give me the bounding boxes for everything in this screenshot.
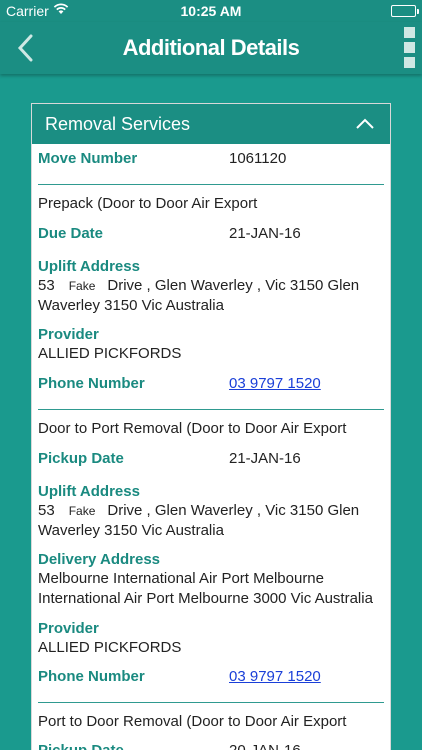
service-heading: Door to Port Removal (Door to Door Air E… (38, 420, 347, 437)
pickup-date-label: Pickup Date (38, 742, 124, 750)
uplift-address-label: Uplift Address (38, 483, 140, 500)
service-heading: Port to Door Removal (Door to Door Air E… (38, 713, 347, 730)
status-bar: Carrier 10:25 AM (0, 0, 422, 22)
uplift-address-label: Uplift Address (38, 258, 140, 275)
phone-row: Phone Number 03 9797 1520 (38, 668, 388, 686)
due-date-label: Due Date (38, 225, 104, 242)
pickup-date-value: 21-JAN-16 (229, 450, 301, 467)
service-heading: Prepack (Door to Door Air Export (38, 195, 258, 212)
delivery-line2: International Air Port Melbourne 3000 Vi… (38, 590, 373, 607)
uplift-address-value: 53 Fake Drive , Glen Waverley , Vic 3150 G… (38, 501, 388, 541)
uplift-line2: Waverley 3150 Vic Australia (38, 522, 224, 539)
page-title: Additional Details (122, 35, 300, 60)
pickup-date-row: Pickup Date 20-JAN-16 (38, 742, 388, 750)
removal-services-card: Removal Services Move Number 1061120 Pre… (31, 103, 391, 750)
uplift-number: 53 (38, 277, 55, 294)
uplift-line1: Drive , Glen Waverley , Vic 3150 Glen (107, 502, 360, 519)
pickup-date-value: 20-JAN-16 (229, 742, 301, 750)
phone-link[interactable]: 03 9797 1520 (229, 668, 321, 685)
divider (38, 184, 384, 185)
delivery-line1: Melbourne International Air Port Melbour… (38, 570, 324, 587)
move-number-row: Move Number 1061120 (38, 150, 388, 168)
due-date-value: 21-JAN-16 (229, 225, 301, 242)
uplift-line1: Drive , Glen Waverley , Vic 3150 Glen (107, 277, 360, 294)
section-title: Removal Services (45, 114, 191, 134)
phone-label: Phone Number (38, 375, 145, 392)
due-date-row: Due Date 21-JAN-16 (38, 225, 388, 243)
provider-value: ALLIED PICKFORDS (38, 639, 182, 656)
pickup-date-label: Pickup Date (38, 450, 124, 467)
divider (38, 702, 384, 703)
battery-icon (391, 5, 419, 17)
uplift-address-value: 53 Fake Drive , Glen Waverley , Vic 3150 G… (38, 276, 388, 316)
provider-value: ALLIED PICKFORDS (38, 345, 182, 362)
status-time: 10:25 AM (180, 3, 242, 19)
move-number-label: Move Number (38, 150, 138, 167)
divider (38, 409, 384, 410)
uplift-line2: Waverley 3150 Vic Australia (38, 297, 224, 314)
provider-label: Provider (38, 620, 99, 637)
section-header[interactable]: Removal Services (32, 104, 390, 144)
phone-link[interactable]: 03 9797 1520 (229, 375, 321, 392)
chevron-up-icon[interactable] (356, 116, 374, 130)
delivery-address-value: Melbourne International Air Port Melbour… (38, 569, 388, 609)
phone-row: Phone Number 03 9797 1520 (38, 375, 388, 393)
nav-bar: Additional Details (0, 22, 422, 74)
pickup-date-row: Pickup Date 21-JAN-16 (38, 450, 388, 468)
provider-label: Provider (38, 326, 99, 343)
uplift-number: 53 (38, 502, 55, 519)
uplift-street-name: Fake (68, 279, 96, 293)
delivery-address-label: Delivery Address (38, 551, 161, 568)
move-number-value: 1061120 (229, 150, 287, 167)
phone-label: Phone Number (38, 668, 145, 685)
uplift-street-name: Fake (68, 504, 96, 518)
menu-icon[interactable] (404, 27, 416, 71)
